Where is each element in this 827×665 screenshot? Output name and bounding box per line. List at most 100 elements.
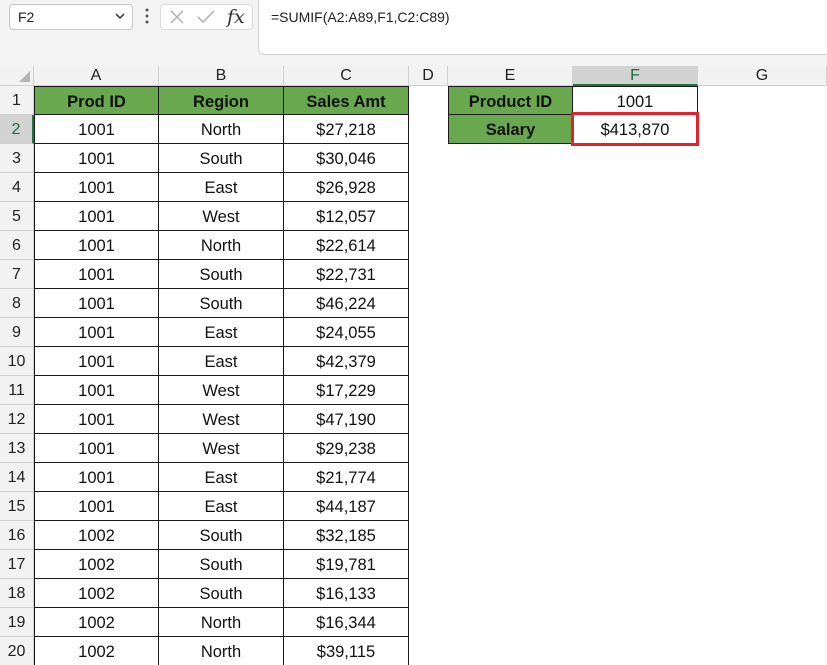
table-cell[interactable]: $17,229 [284, 376, 409, 405]
table-cell[interactable]: 1002 [34, 521, 159, 550]
table-cell[interactable]: East [159, 318, 284, 347]
table-cell[interactable]: 1001 [34, 115, 159, 144]
cancel-icon[interactable] [168, 8, 186, 31]
table-cell[interactable]: East [159, 347, 284, 376]
table-cell[interactable]: West [159, 434, 284, 463]
table-cell[interactable]: 1002 [34, 608, 159, 637]
row-header-7[interactable]: 7 [0, 260, 34, 289]
table-cell[interactable]: $26,928 [284, 173, 409, 202]
table-header-cell[interactable]: Prod ID [34, 86, 159, 115]
more-options-icon[interactable] [144, 7, 150, 25]
enter-check-icon[interactable] [196, 8, 216, 31]
insert-function-icon[interactable]: fx [227, 6, 245, 28]
table-cell[interactable]: $16,344 [284, 608, 409, 637]
table-cell[interactable]: 1001 [34, 492, 159, 521]
table-cell[interactable]: $21,774 [284, 463, 409, 492]
row-header-16[interactable]: 16 [0, 521, 34, 550]
row-header-2[interactable]: 2 [0, 115, 34, 144]
table-cell[interactable]: West [159, 376, 284, 405]
table-cell[interactable]: 1001 [34, 347, 159, 376]
row-header-5[interactable]: 5 [0, 202, 34, 231]
table-cell[interactable]: 1001 [34, 318, 159, 347]
table-cell[interactable]: 1001 [34, 202, 159, 231]
column-header-c[interactable]: C [284, 66, 409, 86]
table-cell[interactable]: 1001 [34, 376, 159, 405]
product-id-value[interactable]: 1001 [573, 86, 698, 115]
product-id-label[interactable]: Product ID [448, 86, 573, 115]
table-cell[interactable]: South [159, 144, 284, 173]
table-cell[interactable]: $44,187 [284, 492, 409, 521]
row-header-1[interactable]: 1 [0, 86, 34, 115]
table-cell[interactable]: 1001 [34, 231, 159, 260]
chevron-down-icon[interactable] [114, 10, 126, 25]
table-cell[interactable]: $22,614 [284, 231, 409, 260]
column-header-e[interactable]: E [448, 66, 573, 86]
row-header-3[interactable]: 3 [0, 144, 34, 173]
table-cell[interactable]: $46,224 [284, 289, 409, 318]
table-cell[interactable]: $27,218 [284, 115, 409, 144]
column-header-f[interactable]: F [573, 66, 698, 86]
table-cell[interactable]: $22,731 [284, 260, 409, 289]
row-header-9[interactable]: 9 [0, 318, 34, 347]
table-cell[interactable]: 1002 [34, 579, 159, 608]
table-cell[interactable]: South [159, 521, 284, 550]
row-header-20[interactable]: 20 [0, 637, 34, 665]
table-cell[interactable]: 1001 [34, 405, 159, 434]
table-cell[interactable]: 1001 [34, 289, 159, 318]
table-cell[interactable]: $19,781 [284, 550, 409, 579]
table-cell[interactable]: South [159, 579, 284, 608]
table-cell[interactable]: 1001 [34, 463, 159, 492]
table-cell[interactable]: $42,379 [284, 347, 409, 376]
table-cell[interactable]: North [159, 115, 284, 144]
row-header-13[interactable]: 13 [0, 434, 34, 463]
table-header-cell[interactable]: Region [159, 86, 284, 115]
row-header-8[interactable]: 8 [0, 289, 34, 318]
table-cell[interactable]: $39,115 [284, 637, 409, 665]
formula-input[interactable]: =SUMIF(A2:A89,F1,C2:C89) [258, 0, 827, 55]
table-cell[interactable]: $16,133 [284, 579, 409, 608]
table-cell[interactable]: West [159, 202, 284, 231]
table-cell[interactable]: $29,238 [284, 434, 409, 463]
row-header-11[interactable]: 11 [0, 376, 34, 405]
formula-buttons: fx [160, 4, 253, 30]
table-cell[interactable]: South [159, 260, 284, 289]
salary-label[interactable]: Salary [448, 115, 573, 144]
table-cell[interactable]: 1001 [34, 173, 159, 202]
table-cell[interactable]: North [159, 231, 284, 260]
column-header-g[interactable]: G [698, 66, 827, 86]
table-cell[interactable]: South [159, 550, 284, 579]
row-header-15[interactable]: 15 [0, 492, 34, 521]
table-cell[interactable]: $32,185 [284, 521, 409, 550]
row-header-17[interactable]: 17 [0, 550, 34, 579]
column-header-d[interactable]: D [409, 66, 448, 86]
table-cell[interactable]: $47,190 [284, 405, 409, 434]
table-cell[interactable]: West [159, 405, 284, 434]
row-header-10[interactable]: 10 [0, 347, 34, 376]
table-cell[interactable]: East [159, 492, 284, 521]
table-cell[interactable]: $30,046 [284, 144, 409, 173]
table-cell[interactable]: 1002 [34, 550, 159, 579]
table-cell[interactable]: North [159, 608, 284, 637]
row-header-6[interactable]: 6 [0, 231, 34, 260]
column-header-b[interactable]: B [159, 66, 284, 86]
table-cell[interactable]: 1001 [34, 144, 159, 173]
table-header-cell[interactable]: Sales Amt [284, 86, 409, 115]
table-cell[interactable]: East [159, 173, 284, 202]
row-header-12[interactable]: 12 [0, 405, 34, 434]
table-cell[interactable]: $24,055 [284, 318, 409, 347]
row-header-19[interactable]: 19 [0, 608, 34, 637]
column-header-a[interactable]: A [34, 66, 159, 86]
table-cell[interactable]: $12,057 [284, 202, 409, 231]
formula-bar-area: F2 fx =SUMIF(A2:A89,F1,C2:C89) [0, 0, 827, 66]
table-cell[interactable]: North [159, 637, 284, 665]
table-cell[interactable]: South [159, 289, 284, 318]
name-box[interactable]: F2 [9, 4, 133, 30]
row-header-14[interactable]: 14 [0, 463, 34, 492]
table-cell[interactable]: 1002 [34, 637, 159, 665]
row-header-4[interactable]: 4 [0, 173, 34, 202]
table-cell[interactable]: 1001 [34, 434, 159, 463]
select-all-corner[interactable] [0, 66, 34, 86]
table-cell[interactable]: East [159, 463, 284, 492]
row-header-18[interactable]: 18 [0, 579, 34, 608]
table-cell[interactable]: 1001 [34, 260, 159, 289]
